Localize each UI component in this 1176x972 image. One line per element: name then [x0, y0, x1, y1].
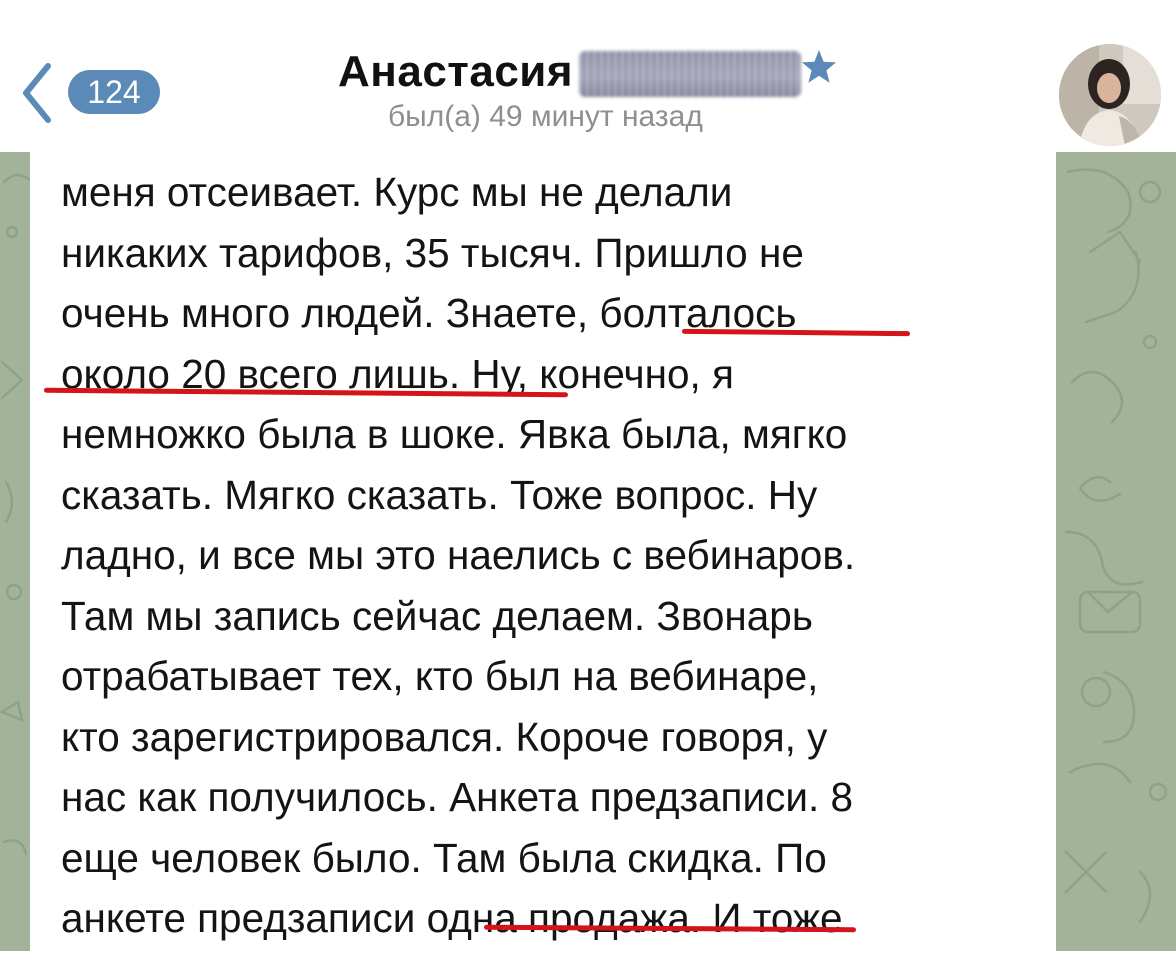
chevron-left-icon	[23, 63, 51, 123]
avatar-photo-icon	[1059, 44, 1161, 146]
redacted-surname	[579, 51, 802, 97]
last-seen-status: был(а) 49 минут назад	[388, 100, 703, 133]
message-line: анкете предзаписи одна продажа. И тоже	[61, 895, 843, 941]
message-line: еще человек было. Там была скидка. По	[61, 834, 827, 881]
message-line: никаких тарифов, 35 тысяч. Пришло не	[61, 229, 804, 276]
star-icon	[802, 50, 837, 83]
contact-title[interactable]: Анастасия	[338, 44, 839, 100]
message-line: кто зарегистрировался. Короче говоря, у	[61, 713, 828, 760]
message-line: сказать. Мягко сказать. Тоже вопрос. Ну	[61, 471, 818, 518]
message-line: ладно, и все мы это наелись с вебинаров.	[61, 532, 856, 578]
back-button[interactable]: 124	[20, 62, 160, 124]
contact-name: Анастасия	[338, 47, 574, 96]
message-line: отрабатывает тех, кто был на вебинаре,	[61, 653, 819, 699]
message-line: Там мы запись сейчас делаем. Звонарь	[61, 592, 813, 639]
chat-header: 124 Анастасия был(а) 49 минут назад	[0, 0, 1176, 152]
unread-count-badge: 124	[68, 70, 160, 114]
message-line: нас как получилось. Анкета предзаписи. 8	[61, 774, 854, 820]
message-line: немножко была в шоке. Явка была, мягко	[61, 411, 848, 457]
contact-avatar[interactable]	[1059, 44, 1161, 146]
message-text: меня отсеивает. Курс мы не делали никаки…	[61, 162, 1051, 949]
message-line: меня отсеивает. Курс мы не делали	[61, 169, 733, 215]
